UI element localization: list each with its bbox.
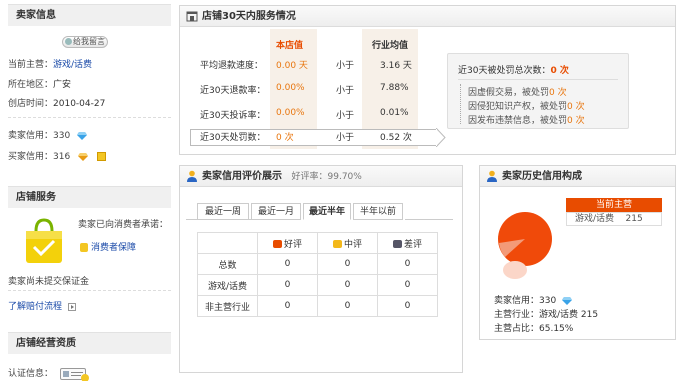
header-neutral: 中评 xyxy=(317,232,378,254)
compensation-flow-link[interactable]: 了解赔付流程 xyxy=(8,299,76,312)
arrow-right-icon xyxy=(67,302,76,311)
history-main-share: 主营占比：65.15% xyxy=(494,324,574,334)
user-icon xyxy=(487,170,497,182)
header-bad: 差评 xyxy=(377,232,438,254)
id-card-icon[interactable] xyxy=(59,367,89,381)
table-row: 总数 0 0 0 xyxy=(197,253,438,275)
leave-message-button[interactable]: 给我留言 xyxy=(62,36,108,48)
penalty-label: 近30天处罚数： xyxy=(200,133,266,143)
tab-older[interactable]: 半年以前 xyxy=(353,203,403,220)
penalty-prohibited: 因发布违禁信息，被处罚0 次 xyxy=(468,116,585,126)
neutral-icon xyxy=(332,240,342,248)
penalty-total: 0 次 xyxy=(550,66,569,76)
diamond-icon xyxy=(562,296,573,305)
penalty-fake-trade: 因虚假交易，被处罚0 次 xyxy=(468,88,567,98)
main-business-link[interactable]: 游戏/话费 xyxy=(53,60,92,70)
pie-slice-shadow xyxy=(503,261,527,279)
service-panel-title: 店铺30天内服务情况 xyxy=(202,11,296,22)
tab-last-half-year[interactable]: 最近半年 xyxy=(303,203,351,220)
buyer-credit-row: 买家信用：316 xyxy=(8,149,106,162)
table-row: 非主营行业 0 0 0 xyxy=(197,295,438,317)
deposit-note: 卖家尚未提交保证金 xyxy=(8,277,90,287)
rating-panel-title: 卖家信用评价展示 xyxy=(202,171,282,182)
industry-link[interactable]: 游戏/话费 xyxy=(197,274,258,296)
cert-row: 认证信息： xyxy=(8,366,89,381)
diamond-icon xyxy=(77,131,88,140)
refund-rate-industry: 7.88% xyxy=(380,83,409,93)
history-seller-credit: 卖家信用：330 xyxy=(494,293,573,306)
complaint-rate-industry: 0.01% xyxy=(380,108,409,118)
promise-text: 卖家已向消费者承诺： xyxy=(78,220,169,230)
history-panel-title: 卖家历史信用构成 xyxy=(502,171,582,182)
penalty-industry: 0.52 次 xyxy=(380,133,412,143)
credit-pie-chart xyxy=(498,212,552,279)
refund-speed-industry: 3.16 天 xyxy=(380,61,412,71)
col-industry: 行业均值 xyxy=(372,41,409,51)
good-icon xyxy=(272,240,282,248)
qualification-heading: 店铺经营资质 xyxy=(8,332,171,354)
buyer-diamond-icon xyxy=(78,152,89,161)
complaint-rate-store: 0.00% xyxy=(276,108,305,118)
seller-info-heading: 卖家信息 xyxy=(8,4,171,26)
complaint-rate-label: 近30天投诉率： xyxy=(200,111,266,121)
rating-table: 好评 中评 差评 总数 0 0 0 游戏/话费 0 0 0 非主营行业 0 0 … xyxy=(197,232,438,317)
tab-last-week[interactable]: 最近一周 xyxy=(197,203,249,220)
header-good: 好评 xyxy=(257,232,318,254)
col-store: 本店值 xyxy=(276,41,304,51)
category-entry: 游戏/话费 215 xyxy=(566,212,662,226)
consumer-guarantee[interactable]: 消费者保障 xyxy=(80,240,136,253)
seller-credit-row: 卖家信用：330 xyxy=(8,128,88,141)
penalty-store: 0 次 xyxy=(276,133,294,143)
refund-rate-store: 0.00% xyxy=(276,83,305,93)
open-date-row: 创店时间：2010-04-27 xyxy=(8,99,106,109)
refund-speed-label: 平均退款速度： xyxy=(200,61,264,71)
positive-rate: 99.70% xyxy=(327,172,362,182)
penalty-summary-box: 近30天被处罚总次数：0 次 因虚假交易，被处罚0 次 因侵犯知识产权，被处罚0… xyxy=(447,53,629,129)
bad-icon xyxy=(392,240,402,248)
message-icon xyxy=(65,38,72,45)
region-row: 所在地区：广安 xyxy=(8,80,72,90)
refund-rate-label: 近30天退款率： xyxy=(200,86,266,96)
verified-icon xyxy=(96,152,106,161)
penalty-ip: 因侵犯知识产权，被处罚0 次 xyxy=(468,102,585,112)
table-row: 游戏/话费 0 0 0 xyxy=(197,274,438,296)
shop-icon xyxy=(186,11,198,22)
history-main-industry: 主营行业：游戏/话费 215 xyxy=(494,310,599,320)
shop-service-heading: 店铺服务 xyxy=(8,186,171,208)
guarantee-icon xyxy=(80,243,88,252)
current-main-badge: 当前主营 xyxy=(566,198,662,212)
tab-last-month[interactable]: 最近一月 xyxy=(251,203,301,220)
main-business-row: 当前主营：游戏/话费 xyxy=(8,60,93,70)
refund-speed-store: 0.00 天 xyxy=(276,61,308,71)
callout-arrow-icon xyxy=(436,128,446,147)
user-icon xyxy=(187,170,197,182)
shopping-bag-icon xyxy=(26,218,62,263)
